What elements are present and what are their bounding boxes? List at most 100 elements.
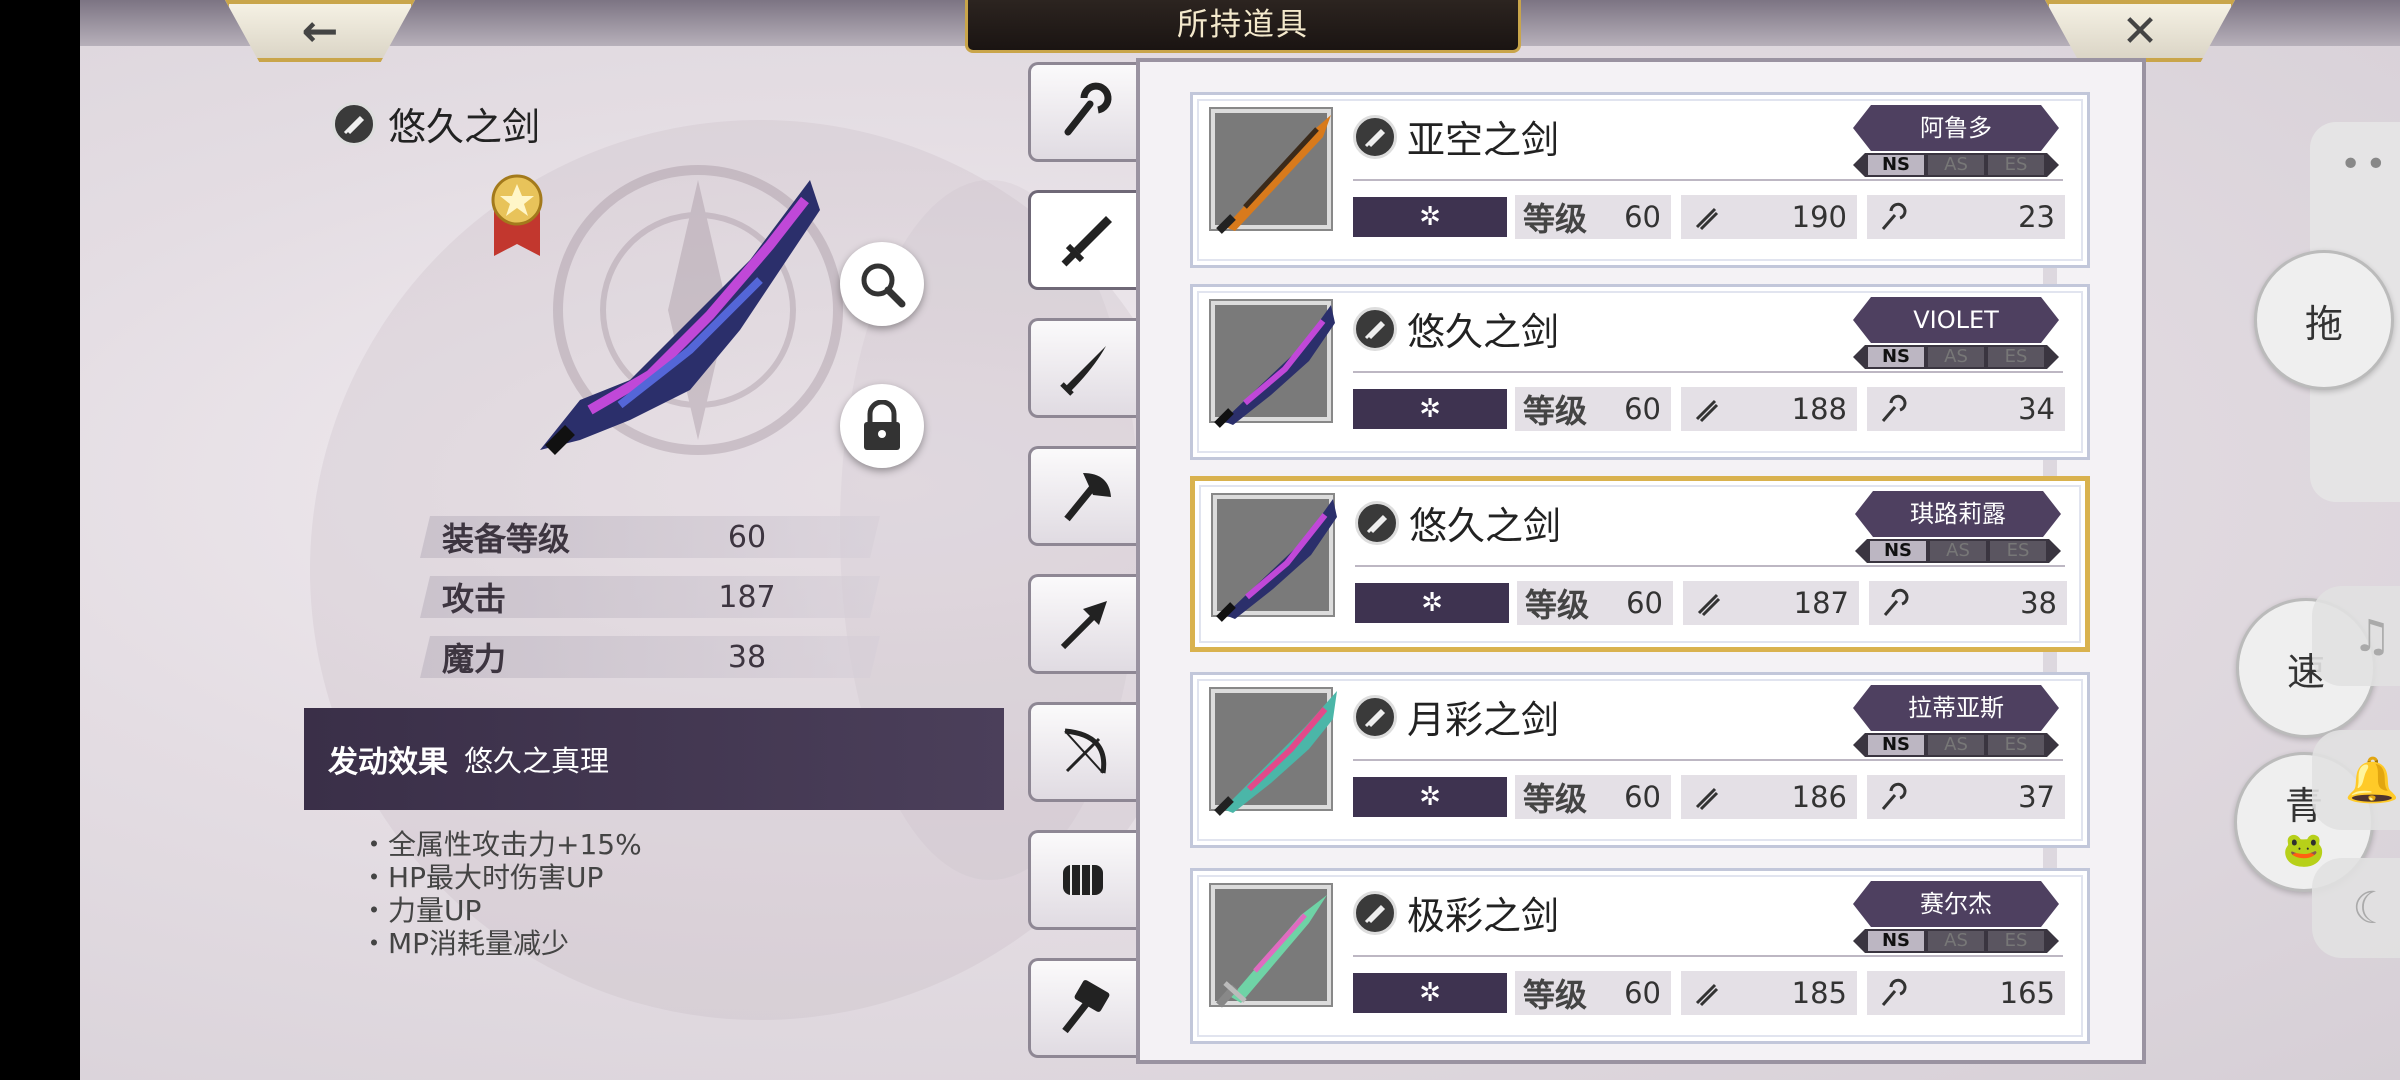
list-item[interactable]: 悠久之剑 VIOLET NS AS ES ✲ 等级 60 188 34 — [1190, 284, 2090, 460]
notification-button[interactable]: 🔔 — [2312, 730, 2400, 830]
tab-sword[interactable] — [1028, 190, 1144, 290]
owner-tag: 赛尔杰 — [1853, 881, 2059, 927]
weapon-icon — [1214, 305, 1335, 428]
level-chip: 等级 60 — [1515, 195, 1671, 239]
item-name-text: 月彩之剑 — [1407, 698, 1560, 742]
stat-value: 38 — [727, 639, 767, 675]
item-name-text: 亚空之剑 — [1407, 118, 1560, 162]
tab-staff[interactable] — [1028, 62, 1136, 162]
stat-label: 攻击 — [442, 580, 507, 618]
close-button[interactable]: ✕ — [2045, 0, 2235, 62]
tab-hammer[interactable] — [1028, 958, 1136, 1058]
version-tag: NS — [1868, 155, 1924, 175]
weapon-thumbnail — [1211, 301, 1335, 428]
divider — [1353, 955, 2063, 957]
detail-item-name: 悠久之剑 — [332, 96, 540, 151]
magic-chip: 23 — [1867, 195, 2065, 239]
level-value: 60 — [1626, 586, 1663, 620]
zoom-button[interactable] — [840, 242, 924, 326]
effect-name: 悠久之真理 — [464, 744, 610, 778]
attack-sword-icon — [1681, 977, 1723, 1009]
level-label: 等级 — [1523, 200, 1588, 238]
spear-icon — [1060, 601, 1107, 650]
version-tag: AS — [1928, 347, 1984, 367]
level-label: 等级 — [1525, 586, 1590, 624]
back-button[interactable]: ← — [225, 0, 415, 62]
weapon-icon — [1214, 691, 1337, 816]
version-tag: AS — [1928, 735, 1984, 755]
back-arrow-icon: ← — [301, 5, 339, 57]
version-tags: NS AS ES — [1853, 733, 2059, 757]
level-chip: 等级 60 — [1515, 775, 1671, 819]
effect-item: 力量UP — [360, 894, 642, 927]
attack-sword-icon — [1683, 587, 1725, 619]
attack-sword-icon — [1681, 781, 1723, 813]
magic-value: 165 — [1999, 976, 2055, 1010]
stat-row-magic: 魔力 38 — [420, 636, 880, 678]
effect-item: MP消耗量减少 — [360, 927, 642, 960]
magnifier-icon — [861, 263, 906, 308]
owner-tag: 琪路莉露 — [1855, 491, 2061, 537]
list-item[interactable]: 亚空之剑 阿鲁多 NS AS ES ✲ 等级 60 190 23 — [1190, 92, 2090, 268]
version-tag: ES — [1988, 347, 2044, 367]
effect-bar: 发动效果 悠久之真理 — [304, 708, 1004, 810]
version-tag: NS — [1870, 541, 1926, 561]
tab-spear[interactable] — [1028, 574, 1136, 674]
game-screen: ← 所持道具 ✕ 悠久之剑 装备等级 60 攻击 187 魔力 38 发动效果 … — [80, 0, 2400, 1080]
music-button[interactable]: ♫ — [2312, 586, 2400, 686]
night-mode-button[interactable]: ☾ — [2312, 858, 2400, 958]
magic-value: 37 — [2018, 780, 2055, 814]
list-item[interactable]: 月彩之剑 拉蒂亚斯 NS AS ES ✲ 等级 60 186 37 — [1190, 672, 2090, 848]
item-name-text: 悠久之剑 — [1409, 504, 1562, 548]
lock-button[interactable] — [840, 384, 924, 468]
weapon-thumbnail — [1211, 109, 1331, 234]
version-tags: NS AS ES — [1853, 153, 2059, 177]
item-name: 悠久之剑 — [1355, 495, 1561, 550]
magic-value: 23 — [2018, 200, 2055, 234]
katana-icon — [1059, 346, 1106, 396]
detail-name-text: 悠久之剑 — [388, 105, 541, 149]
tab-axe[interactable] — [1028, 446, 1136, 546]
level-chip: 等级 60 — [1515, 387, 1671, 431]
tab-bow[interactable] — [1028, 702, 1136, 802]
magic-staff-icon — [1867, 201, 1909, 233]
float-button-drag[interactable]: 拖 — [2254, 250, 2394, 390]
attack-sword-icon — [1681, 201, 1723, 233]
version-tag: NS — [1868, 931, 1924, 951]
bell-icon: 🔔 — [2344, 755, 2400, 806]
rarity-indicator: ✲ — [1353, 197, 1507, 237]
version-tags: NS AS ES — [1853, 345, 2059, 369]
divider — [1353, 759, 2063, 761]
music-icon: ♫ — [2352, 610, 2392, 662]
version-tags: NS AS ES — [1853, 929, 2059, 953]
staff-icon — [1064, 82, 1111, 136]
level-chip: 等级 60 — [1517, 581, 1673, 625]
attack-value: 186 — [1791, 780, 1847, 814]
sword-type-icon — [1353, 694, 1397, 739]
list-item-selected[interactable]: 悠久之剑 琪路莉露 NS AS ES ✲ 等级 60 187 38 — [1190, 476, 2090, 652]
level-label: 等级 — [1523, 392, 1588, 430]
attack-chip: 190 — [1681, 195, 1857, 239]
effect-item: 全属性攻击力+15% — [360, 828, 642, 861]
divider — [1353, 179, 2063, 181]
list-item[interactable]: 极彩之剑 赛尔杰 NS AS ES ✲ 等级 60 185 165 — [1190, 868, 2090, 1044]
magic-staff-icon — [1869, 587, 1911, 619]
item-name: 月彩之剑 — [1353, 689, 1559, 744]
level-value: 60 — [1624, 392, 1661, 426]
version-tag: AS — [1928, 931, 1984, 951]
stat-value: 187 — [718, 579, 776, 615]
tab-fist[interactable] — [1028, 830, 1136, 930]
tab-katana[interactable] — [1028, 318, 1136, 418]
level-label: 等级 — [1523, 780, 1588, 818]
version-tag: ES — [1988, 155, 2044, 175]
magic-staff-icon — [1867, 977, 1909, 1009]
sword-type-icon — [332, 101, 376, 146]
attack-value: 187 — [1793, 586, 1849, 620]
version-tag: NS — [1868, 735, 1924, 755]
effect-item: HP最大时伤害UP — [360, 861, 642, 894]
item-name: 极彩之剑 — [1353, 885, 1559, 940]
level-value: 60 — [1624, 200, 1661, 234]
magic-chip: 34 — [1867, 387, 2065, 431]
magic-staff-icon — [1867, 393, 1909, 425]
attack-sword-icon — [1681, 393, 1723, 425]
